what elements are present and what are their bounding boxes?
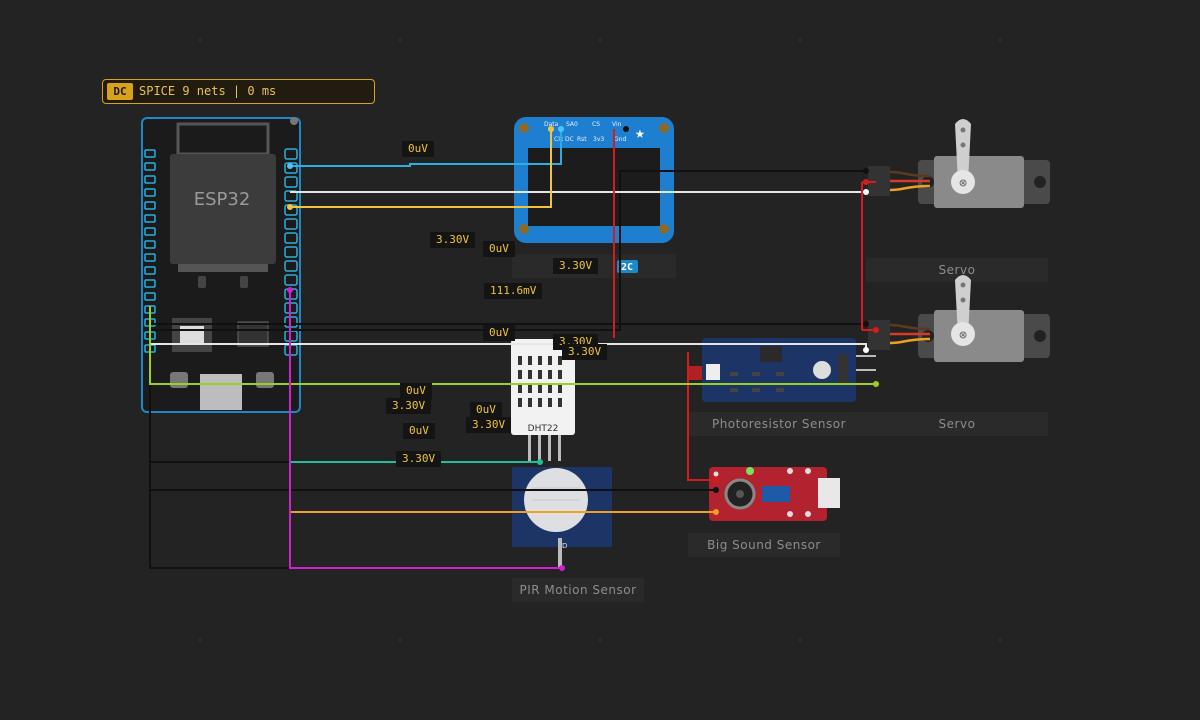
simulation-status-text: SPICE 9 nets | 0 ms [139, 84, 277, 98]
voltage-probe-label: 3.30V [430, 232, 476, 248]
photoresistor-caption: Photoresistor Sensor [711, 417, 847, 431]
oled-pin-label: Rst [577, 136, 587, 143]
simulation-status-badge: DC SPICE 9 nets | 0 ms [102, 79, 375, 104]
oled-pin-label: SA0 [566, 121, 578, 128]
pir-caption: PIR Motion Sensor [519, 583, 637, 597]
dc-mode-tag: DC [107, 83, 133, 100]
sound-sensor-caption: Big Sound Sensor [707, 538, 821, 552]
servo-1-caption: Servo [938, 263, 976, 277]
voltage-probe-label: 0uV [483, 325, 515, 341]
voltage-probe-label: 0uV [402, 141, 434, 157]
oled-pin-label: Gnd [614, 136, 626, 143]
voltage-probe-label: 0uV [400, 383, 432, 399]
photoresistor-module[interactable] [688, 338, 856, 402]
sound-sensor[interactable] [709, 467, 840, 521]
servo-screw-icon: ⊗ [959, 176, 967, 191]
dht22-label: DHT22 [528, 424, 559, 434]
star-icon: ★ [635, 123, 645, 142]
servo-1[interactable]: ⊗ [868, 119, 1050, 208]
voltage-probe-label: 111.6mV [484, 283, 543, 299]
voltage-probe-label: 3.30V [386, 398, 432, 414]
servo-2[interactable]: ⊗ [868, 275, 1050, 362]
pir-pin-label: D [562, 542, 567, 550]
oled-pin-label: Clk [554, 136, 564, 143]
servo-screw-icon: ⊗ [959, 328, 967, 343]
oled-pin-label: CS [592, 121, 600, 128]
oled-i2c-badge-text: 2C [621, 262, 633, 273]
voltage-probe-label: 0uV [403, 423, 435, 439]
voltage-probe-label: 3.30V [553, 258, 599, 274]
pir-sensor[interactable]: D [512, 467, 612, 568]
oled-pin-label: 3v3 [593, 136, 604, 143]
voltage-probe-label: 3.30V [466, 417, 512, 433]
oled-display[interactable]: ★ Data SA0 CS Vin Clk DC Rst 3v3 Gnd [514, 117, 674, 243]
esp32-chip-label: ESP32 [194, 189, 251, 210]
oled-pin-label: Vin [612, 121, 622, 128]
voltage-probe-label: 0uV [483, 241, 515, 257]
voltage-probe-label: 0uV [470, 402, 502, 418]
oled-pin-label: DC [565, 136, 574, 143]
servo-2-caption: Servo [938, 417, 976, 431]
voltage-probe-label: 3.30V [396, 451, 442, 467]
voltage-probe-label: 3.30V [562, 344, 608, 360]
esp32-board[interactable]: ESP32 [141, 117, 301, 413]
